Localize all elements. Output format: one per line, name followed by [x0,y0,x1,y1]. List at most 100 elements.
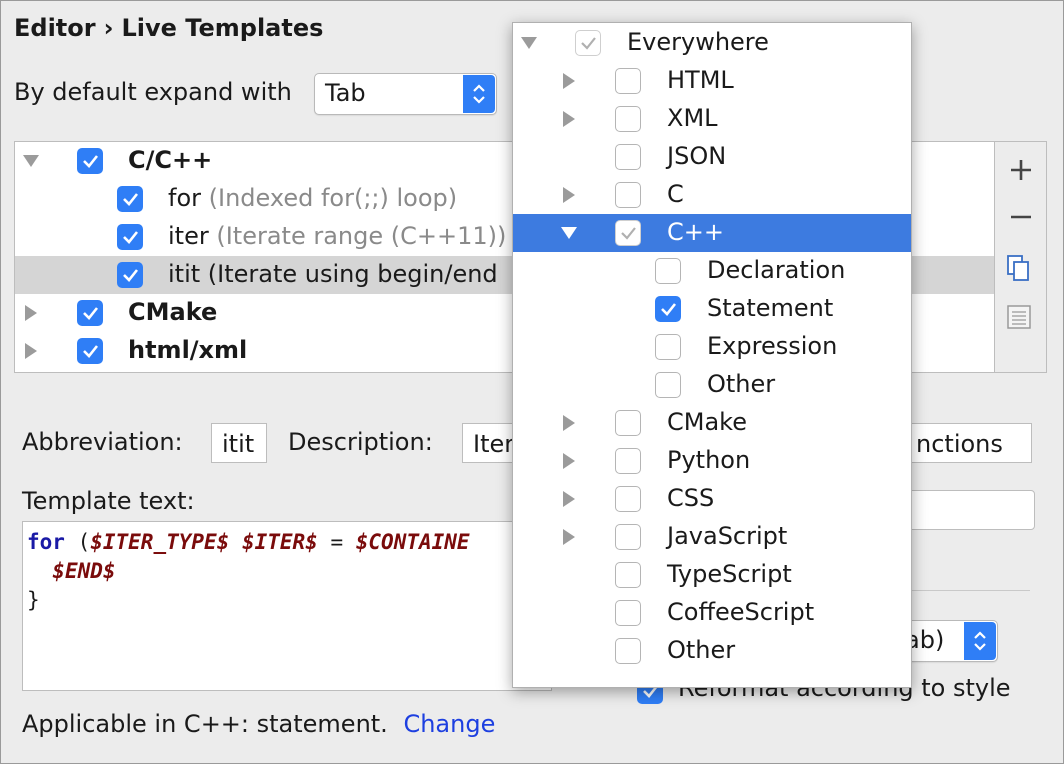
context-item[interactable]: Expression [513,328,911,366]
tree-desc: (Indexed for(;;) loop) [208,184,458,212]
context-item-label: CSS [667,484,715,512]
context-item[interactable]: Declaration [513,252,911,290]
breadcrumb-separator: › [103,14,114,42]
applicable-text: Applicable in C++: statement. Change [22,710,495,738]
checkbox-icon[interactable] [575,30,601,56]
context-item-label: Declaration [707,256,846,284]
context-item[interactable]: Other [513,366,911,404]
change-link[interactable]: Change [403,710,495,738]
abbreviation-field[interactable]: itit [211,423,267,463]
context-item-label: JSON [667,142,727,170]
expand-triangle-icon[interactable] [563,529,575,545]
context-item[interactable]: Other [513,632,911,670]
checkbox-icon[interactable] [615,448,641,474]
copy-icon[interactable] [995,248,1047,288]
code-keyword: for [27,530,65,554]
collapse-triangle-icon[interactable] [521,37,537,49]
context-item-label: XML [667,104,718,132]
checkbox-icon[interactable] [655,334,681,360]
select-stepper-icon [463,75,495,113]
expand-with-select[interactable]: Tab [314,73,497,115]
tree-label: iter [168,222,209,250]
checkbox-icon[interactable] [615,182,641,208]
checkbox-icon[interactable] [615,524,641,550]
context-item[interactable]: JavaScript [513,518,911,556]
breadcrumb-parent[interactable]: Editor [14,14,96,42]
context-item-label: Statement [707,294,834,322]
context-item[interactable]: CoffeeScript [513,594,911,632]
context-item[interactable]: CSS [513,480,911,518]
context-item[interactable]: CMake [513,404,911,442]
context-item-label: HTML [667,66,734,94]
checkbox-icon[interactable] [615,144,641,170]
expand-triangle-icon[interactable] [25,343,37,359]
context-item-label: C [667,180,684,208]
checkbox-icon[interactable] [615,410,641,436]
list-icon[interactable] [995,298,1047,338]
tree-label: for [168,184,201,212]
collapse-triangle-icon[interactable] [23,155,39,167]
checkbox-icon[interactable] [655,258,681,284]
code-variable: $ITER_TYPE$ [90,530,230,554]
expand-triangle-icon[interactable] [563,453,575,469]
expand-triangle-icon[interactable] [563,187,575,203]
checkbox-icon[interactable] [615,562,641,588]
breadcrumb-current: Live Templates [121,14,324,42]
context-item-label: Python [667,446,751,474]
context-item[interactable]: C [513,176,911,214]
context-item[interactable]: HTML [513,62,911,100]
context-item[interactable]: JSON [513,138,911,176]
checkbox-icon[interactable] [615,106,641,132]
context-item[interactable]: Python [513,442,911,480]
select-stepper-icon [964,622,996,660]
tree-toolbar [995,141,1047,373]
context-item[interactable]: TypeScript [513,556,911,594]
tree-label: C/C++ [128,146,213,174]
expand-triangle-icon[interactable] [25,305,37,321]
checkbox-icon[interactable] [615,220,641,246]
code-variable: $ITER$ [241,530,318,554]
code-variable: $END$ [52,559,116,583]
context-item-label: TypeScript [667,560,792,588]
description-label: Description: [288,428,433,456]
checkbox-icon[interactable] [615,600,641,626]
checkbox-icon[interactable] [77,338,103,364]
checkbox-icon[interactable] [615,486,641,512]
applicable-contexts: Applicable in C++: statement. [22,710,388,738]
expand-triangle-icon[interactable] [563,73,575,89]
tree-label: html/xml [128,336,248,364]
context-item-label: Other [667,636,736,664]
checkbox-icon[interactable] [615,68,641,94]
context-item[interactable]: XML [513,100,911,138]
context-item[interactable]: C++ [513,214,911,252]
context-item[interactable]: Statement [513,290,911,328]
checkbox-icon[interactable] [117,262,143,288]
description-value-end: nctions [916,430,1003,458]
breadcrumb: Editor › Live Templates [14,14,323,42]
checkbox-icon[interactable] [615,638,641,664]
checkbox-icon[interactable] [655,296,681,322]
description-value-start: Iter [473,430,515,458]
collapse-triangle-icon[interactable] [561,227,577,239]
checkbox-icon[interactable] [77,148,103,174]
expand-triangle-icon[interactable] [563,491,575,507]
checkbox-icon[interactable] [77,300,103,326]
checkbox-icon[interactable] [117,186,143,212]
template-text-editor[interactable]: for ($ITER_TYPE$ $ITER$ = $CONTAINE $END… [22,521,552,691]
template-text-label: Template text: [22,487,195,515]
expand-triangle-icon[interactable] [563,111,575,127]
tree-desc: (Iterate using begin/end [207,260,498,288]
context-popup[interactable]: Everywhere HTML XML JSON C C++ Declaration Stat… [512,22,912,688]
checkbox-icon[interactable] [655,372,681,398]
code-text: ( [64,530,91,554]
tree-label: itit [168,260,201,288]
plus-icon[interactable] [995,148,1047,188]
context-item-label: CoffeeScript [667,598,815,626]
expand-triangle-icon[interactable] [563,415,575,431]
checkbox-icon[interactable] [117,224,143,250]
minus-icon[interactable] [995,198,1047,238]
context-item[interactable]: Everywhere [513,24,911,62]
context-item-label: Expression [707,332,838,360]
